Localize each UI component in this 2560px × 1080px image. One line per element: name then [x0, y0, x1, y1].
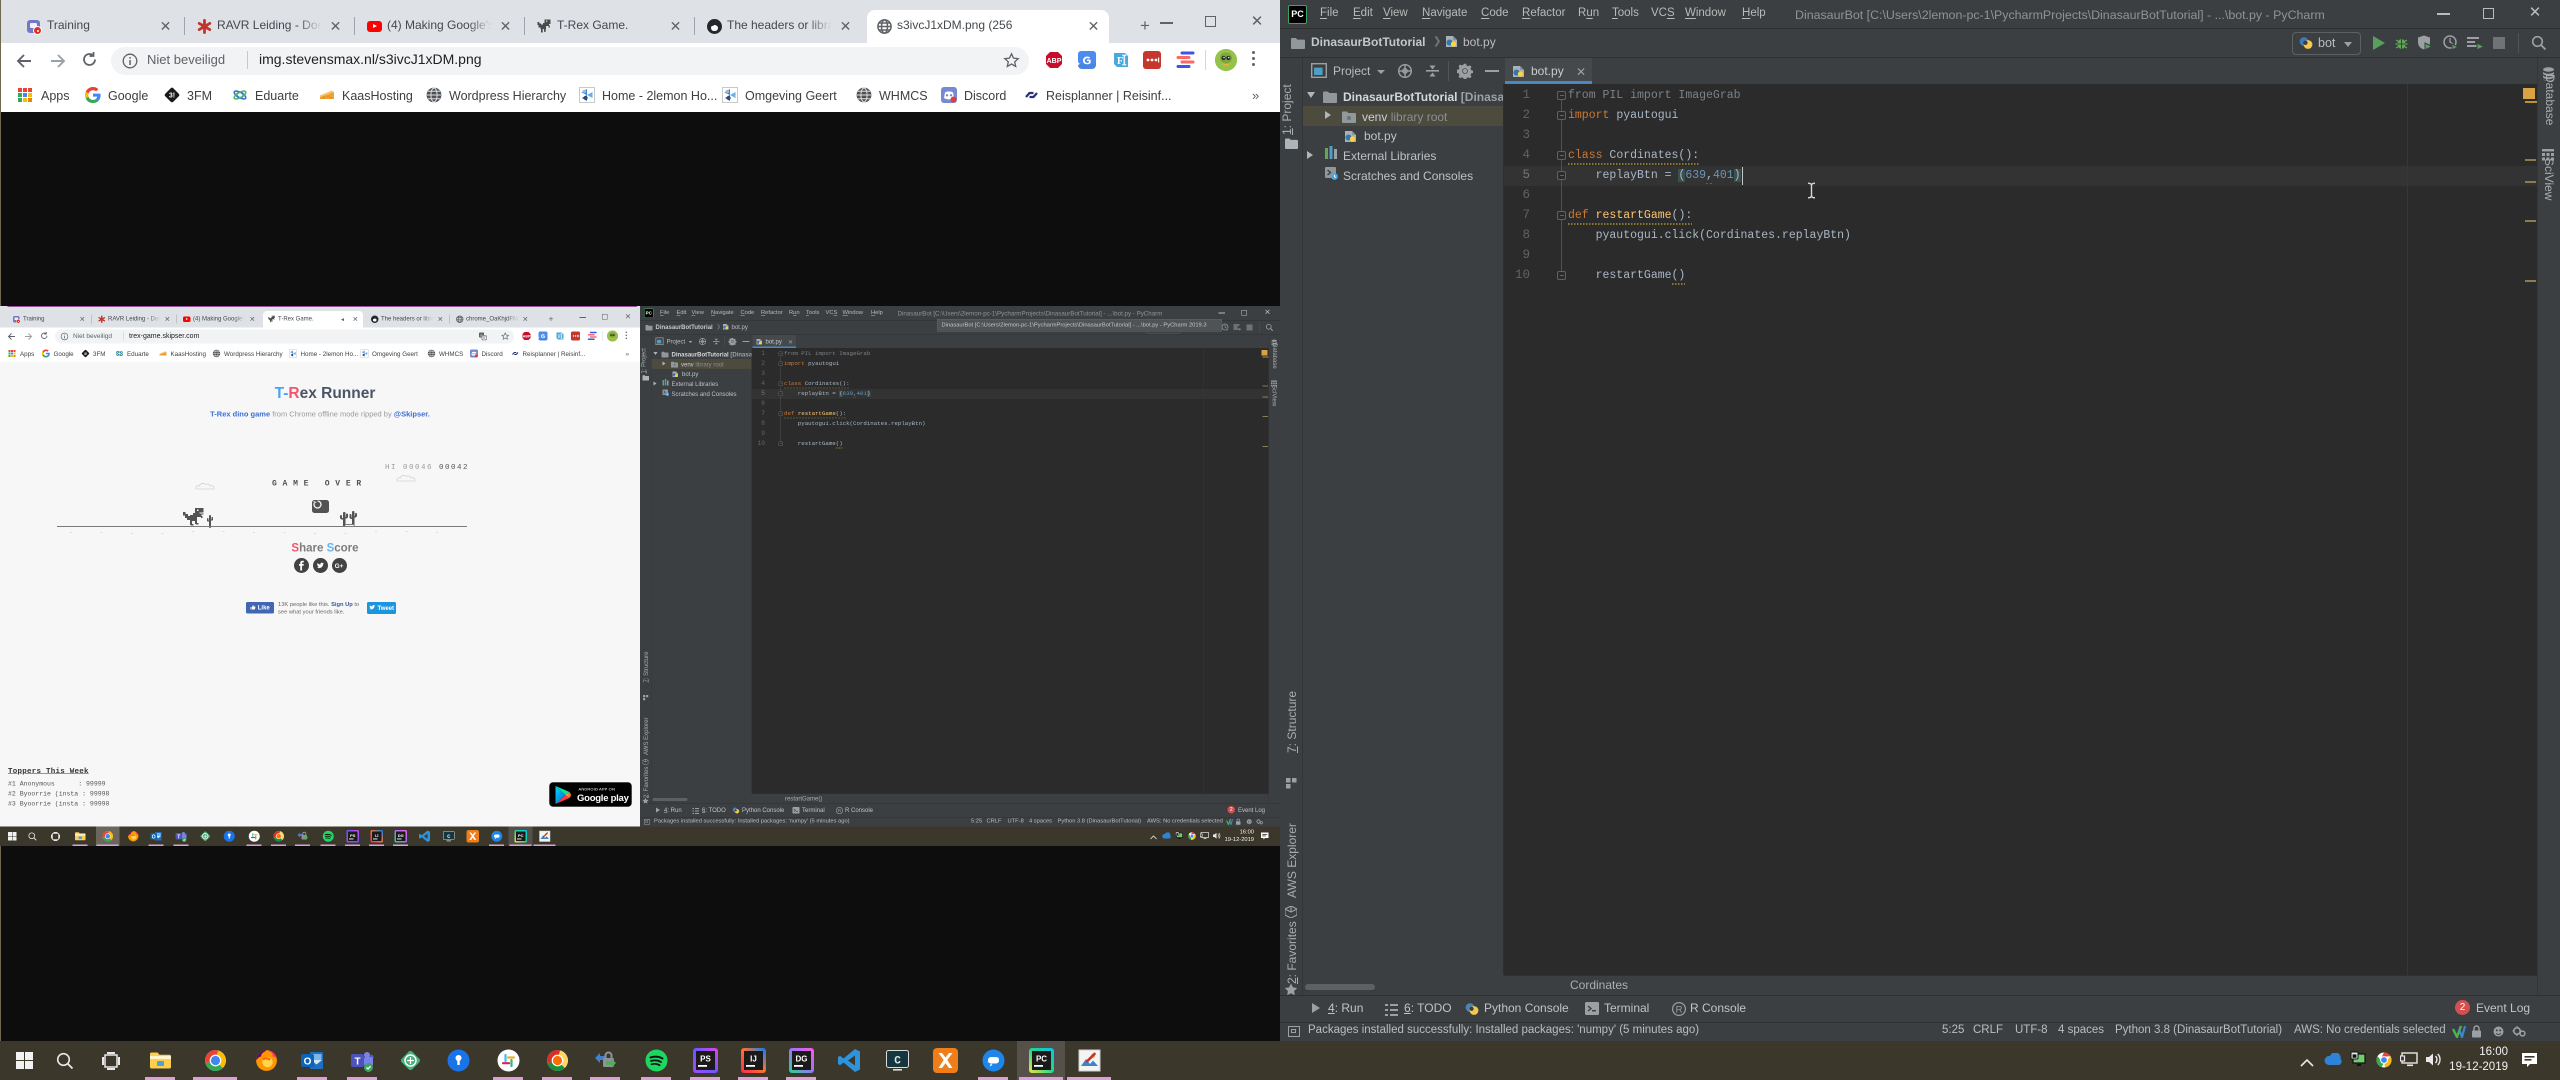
svg-text:PC: PC: [518, 833, 524, 838]
svg-text:C: C: [894, 1056, 901, 1068]
svg-text:IJ: IJ: [375, 833, 378, 838]
svg-text:O: O: [303, 1057, 311, 1068]
svg-text:3!: 3!: [84, 352, 87, 356]
svg-text:PS: PS: [350, 833, 356, 838]
svg-text:⚙: ⚙: [363, 353, 366, 357]
svg-text:文: 文: [482, 334, 486, 340]
svg-text:ABP: ABP: [1047, 58, 1062, 65]
svg-text:IJ: IJ: [750, 1055, 757, 1064]
svg-text:PS: PS: [700, 1055, 711, 1064]
svg-text:O: O: [152, 834, 156, 840]
svg-text:⚙: ⚙: [291, 353, 294, 357]
svg-text:⚙: ⚙: [726, 95, 731, 102]
svg-text:PC: PC: [1035, 1055, 1046, 1064]
svg-text:T: T: [177, 834, 180, 840]
svg-text:ABP: ABP: [523, 335, 531, 339]
svg-text:DG: DG: [795, 1055, 807, 1064]
svg-text:R: R: [1676, 1004, 1683, 1015]
svg-text:G+: G+: [335, 563, 344, 570]
svg-text:F: F: [1117, 56, 1123, 67]
svg-text:T: T: [354, 1057, 360, 1068]
svg-text:DG: DG: [398, 833, 404, 838]
svg-text:⚙: ⚙: [583, 95, 588, 102]
svg-text:F: F: [558, 335, 561, 340]
svg-text:3!: 3!: [169, 93, 175, 100]
svg-text:R: R: [838, 808, 842, 814]
